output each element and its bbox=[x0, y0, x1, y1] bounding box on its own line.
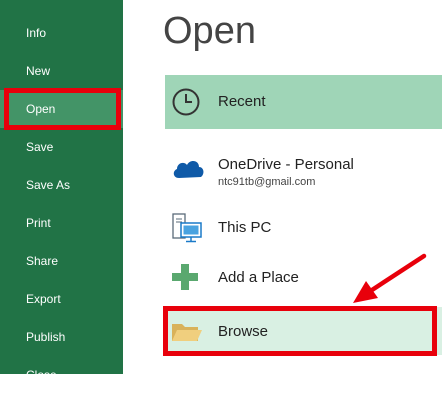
place-onedrive[interactable]: OneDrive - Personal ntc91tb@gmail.com bbox=[165, 146, 442, 194]
sidebar-item-open[interactable]: Open bbox=[0, 90, 123, 128]
account-email: ntc91tb@gmail.com bbox=[218, 176, 316, 188]
page-title: Open bbox=[163, 10, 256, 52]
sidebar-item-label: Open bbox=[26, 102, 56, 116]
clock-icon bbox=[171, 87, 201, 117]
place-this-pc[interactable]: This PC bbox=[165, 208, 442, 248]
backstage-sidebar: Info New Open Save Save As Print Share E… bbox=[0, 0, 123, 382]
sidebar-item-label: Info bbox=[26, 26, 47, 40]
place-label: Add a Place bbox=[218, 269, 299, 286]
place-label: Browse bbox=[218, 323, 269, 340]
sidebar-item-save-as[interactable]: Save As bbox=[0, 166, 123, 204]
sidebar-item-info[interactable]: Info bbox=[0, 14, 123, 52]
sidebar-item-label: Export bbox=[26, 292, 61, 306]
sidebar-item-publish[interactable]: Publish bbox=[0, 318, 123, 356]
computer-icon bbox=[171, 212, 203, 244]
sidebar-item-label: Print bbox=[26, 216, 51, 230]
sidebar-item-export[interactable]: Export bbox=[0, 280, 123, 318]
plus-icon bbox=[171, 263, 199, 291]
cloud-icon bbox=[171, 156, 205, 180]
sidebar-item-save[interactable]: Save bbox=[0, 128, 123, 166]
folder-icon bbox=[171, 320, 203, 344]
place-browse[interactable]: Browse bbox=[165, 307, 442, 355]
sidebar-item-label: Save bbox=[26, 140, 54, 154]
sidebar-item-print[interactable]: Print bbox=[0, 204, 123, 242]
place-recent[interactable]: Recent bbox=[165, 75, 442, 129]
place-add-a-place[interactable]: Add a Place bbox=[165, 258, 442, 298]
place-label: OneDrive - Personal bbox=[218, 156, 354, 173]
sidebar-item-new[interactable]: New bbox=[0, 52, 123, 90]
sidebar-item-label: Publish bbox=[26, 330, 66, 344]
sidebar-item-label: Close bbox=[26, 368, 57, 382]
place-label: This PC bbox=[218, 219, 272, 236]
place-label: Recent bbox=[218, 93, 266, 110]
sidebar-item-label: Save As bbox=[26, 178, 71, 192]
sidebar-item-label: New bbox=[26, 64, 51, 78]
sidebar-item-label: Share bbox=[26, 254, 59, 268]
sidebar-item-close[interactable]: Close bbox=[0, 356, 123, 394]
sidebar-item-share[interactable]: Share bbox=[0, 242, 123, 280]
